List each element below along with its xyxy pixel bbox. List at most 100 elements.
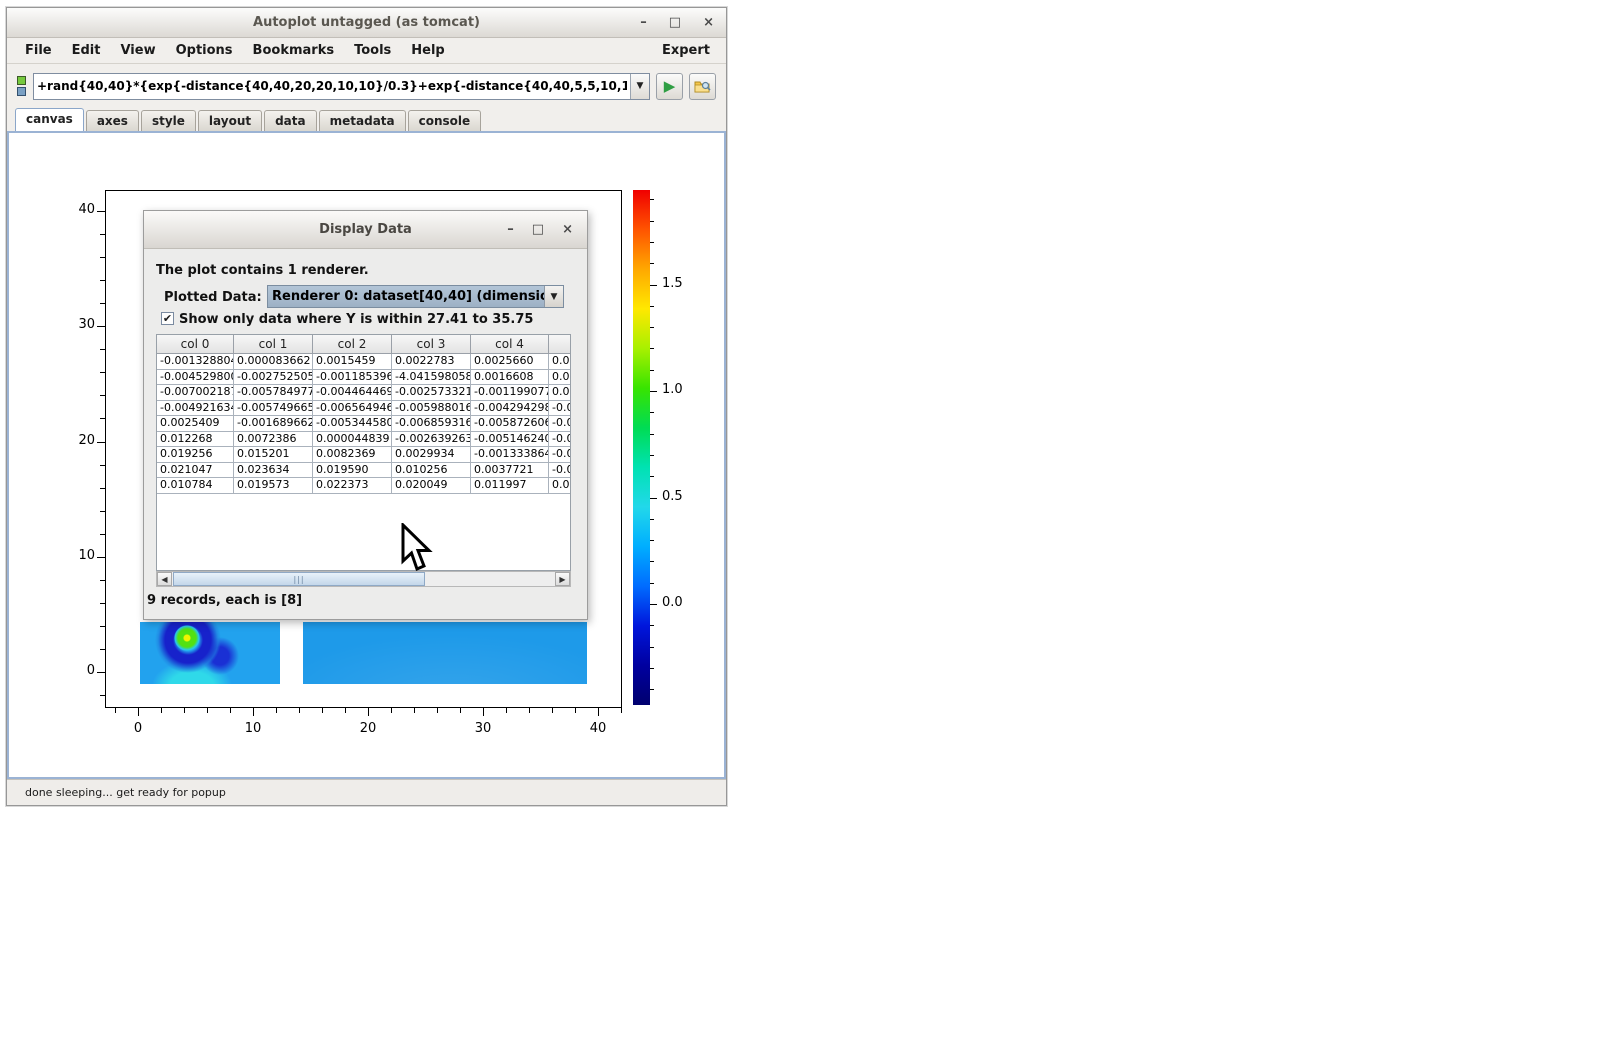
tab-metadata[interactable]: metadata — [319, 110, 406, 131]
table-row[interactable]: -0.004529800...-0.002752505...-0.0011853… — [157, 370, 570, 386]
uri-input[interactable] — [34, 74, 630, 99]
menu-help[interactable]: Help — [401, 41, 454, 60]
table-cell: -0.001333864... — [471, 447, 549, 463]
table-cell: -0.004921634... — [157, 401, 234, 417]
colorbar-minor-tick — [650, 583, 654, 584]
table-cell: 0.019573 — [234, 478, 313, 494]
table-cell: 0.019256 — [157, 447, 234, 463]
menu-edit[interactable]: Edit — [62, 41, 111, 60]
play-icon: ▶ — [664, 79, 676, 94]
plot-go-button[interactable]: ▶ — [656, 73, 683, 100]
status-square-blue — [17, 87, 26, 96]
dialog-minimize-icon[interactable]: – — [507, 221, 514, 239]
colorbar-minor-tick — [650, 370, 654, 371]
colorbar — [633, 190, 650, 705]
maximize-icon[interactable]: □ — [669, 14, 681, 32]
table-cell: 0.0029934 — [392, 447, 471, 463]
colorbar-tick-label: 1.5 — [662, 276, 698, 291]
y-tick-label: 40 — [57, 202, 95, 217]
table-row[interactable]: 0.0122680.00723860.000044839-0.002639263… — [157, 432, 570, 448]
menu-view[interactable]: View — [110, 41, 165, 60]
y-minor-tick — [100, 488, 105, 489]
tab-layout[interactable]: layout — [198, 110, 262, 131]
menu-tools[interactable]: Tools — [344, 41, 401, 60]
menu-options[interactable]: Options — [166, 41, 243, 60]
x-minor-tick — [460, 708, 461, 713]
table-row[interactable]: 0.0107840.0195730.0223730.0200490.011997… — [157, 478, 570, 494]
colorbar-minor-tick — [650, 625, 654, 626]
tab-axes[interactable]: axes — [86, 110, 139, 131]
table-cell: -0.001328804... — [157, 354, 234, 370]
menu-file[interactable]: File — [15, 41, 62, 60]
y-minor-tick — [100, 695, 105, 696]
scroll-left-icon[interactable]: ◀ — [157, 572, 172, 586]
table-row[interactable]: -0.007002187...-0.005784977...-0.0044644… — [157, 385, 570, 401]
column-header[interactable]: col 0 — [157, 335, 234, 354]
connection-status-icon — [17, 76, 27, 96]
window-titlebar[interactable]: Autoplot untagged (as tomcat) – □ × — [7, 8, 726, 38]
table-cell: 0.012268 — [157, 432, 234, 448]
x-minor-tick — [621, 708, 622, 713]
tab-console[interactable]: console — [408, 110, 482, 131]
x-minor-tick — [115, 708, 116, 713]
combo-dropdown-icon[interactable]: ▼ — [544, 286, 563, 307]
minimize-icon[interactable]: – — [640, 14, 647, 32]
window-controls: – □ × — [640, 14, 714, 32]
y-minor-tick — [100, 418, 105, 419]
table-row[interactable]: 0.0025409-0.001689662...-0.005344580...-… — [157, 416, 570, 432]
y-minor-tick — [100, 372, 105, 373]
colorbar-minor-tick — [650, 561, 654, 562]
plotted-data-combo[interactable]: Renderer 0: dataset[40,40] (dimension...… — [267, 285, 564, 308]
table-cell: -0.005749665... — [234, 401, 313, 417]
column-header[interactable]: col 1 — [234, 335, 313, 354]
dialog-maximize-icon[interactable]: □ — [532, 221, 544, 239]
dialog-titlebar[interactable]: Display Data – □ × — [144, 211, 587, 249]
heatmap-right-strip — [303, 622, 587, 684]
table-cell: 0.021047 — [157, 463, 234, 479]
table-row[interactable]: 0.0210470.0236340.0195900.0102560.003772… — [157, 463, 570, 479]
y-major-tick — [97, 557, 105, 558]
scrollbar-thumb[interactable]: ||| — [173, 572, 425, 586]
column-header[interactable]: col 4 — [471, 335, 549, 354]
table-row[interactable]: -0.004921634...-0.005749665...-0.0065649… — [157, 401, 570, 417]
column-header[interactable] — [549, 335, 571, 354]
data-table[interactable]: col 0col 1col 2col 3col 4-0.001328804...… — [156, 334, 571, 571]
plot-canvas[interactable]: Display Data – □ × The plot contains 1 r… — [7, 131, 726, 779]
dialog-close-icon[interactable]: × — [562, 221, 573, 239]
y-tick-label: 0 — [57, 663, 95, 678]
plotted-data-label: Plotted Data: — [164, 290, 262, 305]
colorbar-major-tick — [650, 391, 657, 392]
x-minor-tick — [506, 708, 507, 713]
menu-bookmarks[interactable]: Bookmarks — [243, 41, 345, 60]
records-count-text: 9 records, each is [8] — [147, 593, 302, 608]
table-cell: -0.002752505... — [234, 370, 313, 386]
colorbar-minor-tick — [650, 455, 654, 456]
table-cell: 0.011997 — [471, 478, 549, 494]
close-icon[interactable]: × — [703, 14, 714, 32]
filter-checkbox[interactable]: ✔ — [161, 312, 174, 325]
uri-dropdown-icon[interactable]: ▼ — [630, 74, 649, 99]
scroll-right-icon[interactable]: ▶ — [555, 572, 570, 586]
scrollbar-track[interactable]: ||| — [172, 572, 555, 586]
colorbar-minor-tick — [650, 434, 654, 435]
table-row[interactable]: -0.001328804...0.0000836620.00154590.002… — [157, 354, 570, 370]
column-header[interactable]: col 2 — [313, 335, 392, 354]
table-row[interactable]: 0.0192560.0152010.00823690.0029934-0.001… — [157, 447, 570, 463]
column-header[interactable]: col 3 — [392, 335, 471, 354]
table-cell: -0.0 — [549, 447, 571, 463]
table-hscrollbar[interactable]: ◀ ||| ▶ — [156, 571, 571, 587]
colorbar-minor-tick — [650, 306, 654, 307]
tab-canvas[interactable]: canvas — [15, 108, 84, 131]
tab-style[interactable]: style — [141, 110, 196, 131]
y-minor-tick — [100, 465, 105, 466]
inspect-uri-button[interactable] — [689, 73, 716, 100]
display-data-dialog: Display Data – □ × The plot contains 1 r… — [143, 210, 588, 620]
y-tick-label: 30 — [57, 317, 95, 332]
heatmap-left-strip — [140, 622, 280, 684]
x-tick-label: 40 — [578, 721, 618, 736]
tab-data[interactable]: data — [264, 110, 317, 131]
y-minor-tick — [100, 603, 105, 604]
expert-menu[interactable]: Expert — [662, 43, 718, 58]
x-major-tick — [368, 708, 369, 716]
table-cell: -0.0 — [549, 432, 571, 448]
